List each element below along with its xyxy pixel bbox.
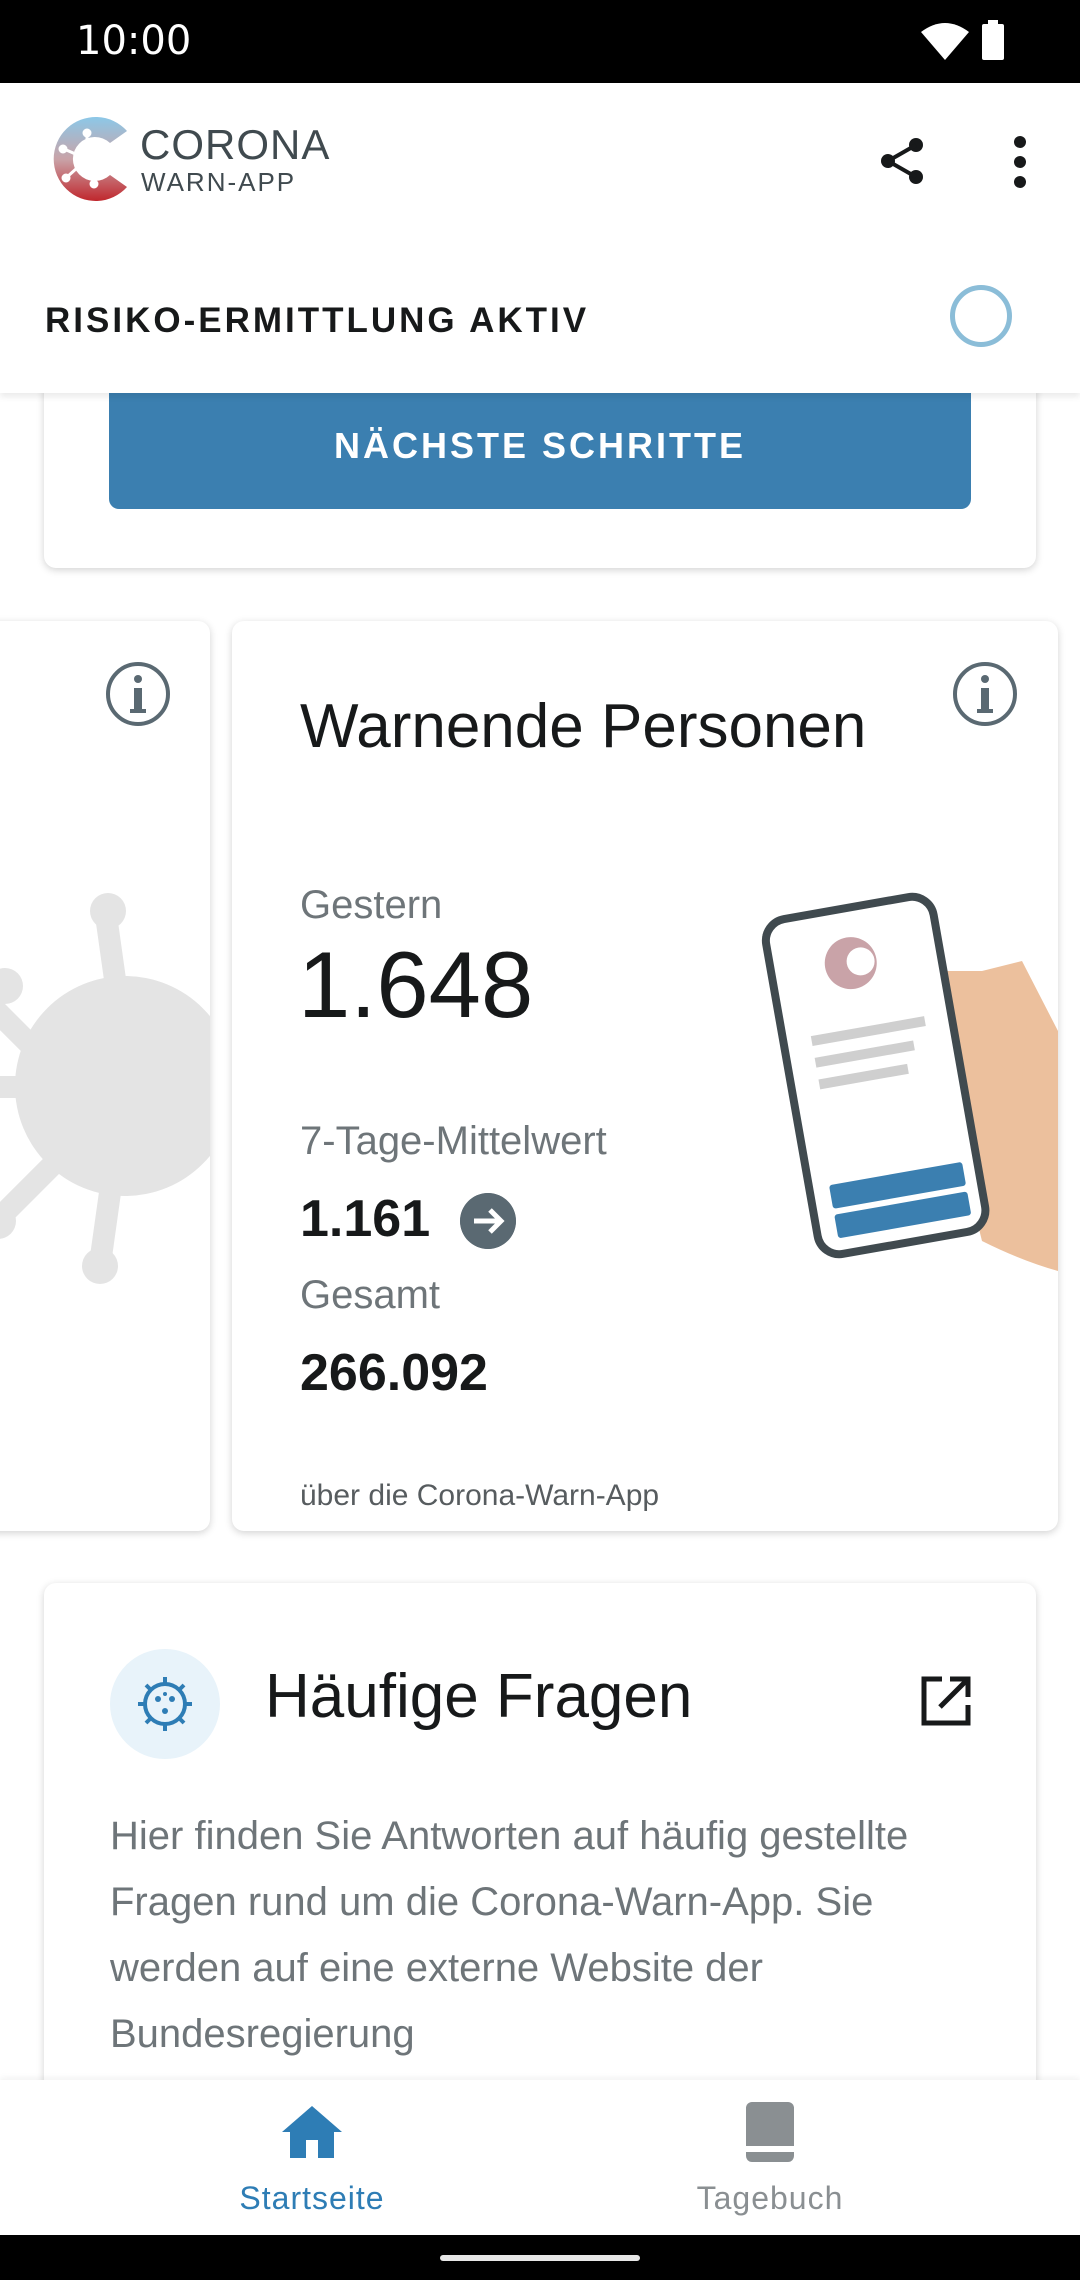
gesture-navigation-bar (0, 2235, 1080, 2280)
external-link-icon[interactable] (918, 1673, 974, 1729)
battery-icon (982, 20, 1004, 60)
wifi-icon (921, 23, 969, 60)
phone-in-hand-illustration-icon (761, 892, 1058, 1271)
bottom-navigation: Startseite Tagebuch (0, 2080, 1080, 2235)
info-icon[interactable] (952, 661, 1018, 727)
yesterday-label: Gestern (300, 883, 443, 927)
average-value: 1.161 (300, 1190, 431, 1248)
logo-subtitle: WARN-APP (141, 167, 297, 197)
faq-icon-container (110, 1649, 220, 1759)
average-label: 7-Tage-Mittelwert (300, 1119, 607, 1163)
warning-persons-card[interactable]: Warnende Personen Gestern 1.648 7-Tage-M… (232, 621, 1058, 1531)
faq-card[interactable]: Häufige Fragen Hier finden Sie Antworten… (44, 1583, 1036, 2080)
risk-loading-spinner (950, 285, 1012, 347)
virus-illustration-icon (0, 893, 210, 1284)
faq-description: Hier finden Sie Antworten auf häufig ges… (110, 1814, 909, 2056)
share-icon[interactable] (878, 136, 928, 186)
app-header: CORONA WARN-APP RISIKO-ERMITTLUNG AKTIV (0, 83, 1080, 393)
nav-item-tagebuch[interactable]: Tagebuch (500, 2080, 1040, 2235)
arrow-right-icon (460, 1193, 516, 1249)
gesture-handle[interactable] (440, 2255, 640, 2261)
risk-card: NÄCHSTE SCHRITTE (44, 393, 1036, 568)
more-options-icon[interactable] (1000, 135, 1040, 189)
logo-title: CORONA (140, 121, 331, 168)
home-scroll-content[interactable]: NÄCHSTE SCHRITTE Warnende Personen Geste… (0, 393, 1080, 2080)
corona-warn-app-logo (53, 117, 127, 201)
status-bar: 10:00 (0, 0, 1080, 83)
faq-title: Häufige Fragen (265, 1662, 693, 1731)
yesterday-value: 1.648 (298, 932, 534, 1037)
nav-label-tagebuch: Tagebuch (696, 2180, 844, 2216)
info-icon[interactable] (105, 661, 171, 727)
total-label: Gesamt (300, 1273, 441, 1317)
book-icon (746, 2102, 794, 2162)
stats-card-previous[interactable] (0, 621, 210, 1531)
risk-status-label: RISIKO-ERMITTLUNG AKTIV (45, 301, 590, 340)
total-value: 266.092 (300, 1344, 488, 1402)
card-footnote: über die Corona-Warn-App (300, 1479, 660, 1512)
card-title: Warnende Personen (300, 692, 867, 761)
status-time: 10:00 (76, 18, 192, 64)
home-icon (282, 2106, 342, 2158)
next-steps-button[interactable]: NÄCHSTE SCHRITTE (109, 393, 971, 509)
virus-icon (138, 1677, 192, 1731)
risk-status-row[interactable]: RISIKO-ERMITTLUNG AKTIV (0, 273, 1080, 393)
